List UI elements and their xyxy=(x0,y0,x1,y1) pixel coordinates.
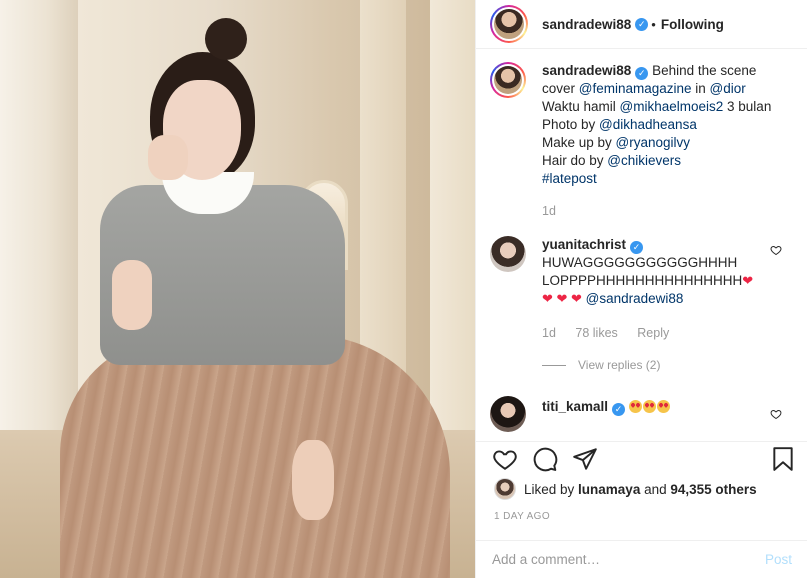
comment-input[interactable] xyxy=(492,552,765,567)
caption-avatar[interactable] xyxy=(490,62,526,98)
likes-middle: and xyxy=(640,481,671,497)
red-heart-emoji: ❤ xyxy=(742,273,754,288)
caption-text: Photo by xyxy=(542,117,600,132)
bookmark-icon[interactable] xyxy=(770,446,796,472)
comment-likes[interactable]: 78 likes xyxy=(575,326,617,340)
liker-avatar[interactable] xyxy=(494,478,516,500)
caption-text: 3 bulan xyxy=(723,99,772,114)
caption: sandradewi88 ✓ Behind the scene cover @fe… xyxy=(476,62,807,220)
comment-like-heart-icon[interactable] xyxy=(770,408,782,420)
red-heart-emoji: ❤ ❤ ❤ xyxy=(542,291,582,306)
likes-count-button[interactable]: 94,355 others xyxy=(670,482,756,497)
mention-link[interactable]: @dikhadheansa xyxy=(599,117,697,132)
caption-text: Waktu hamil xyxy=(542,99,620,114)
mention-link[interactable]: @feminamagazine xyxy=(579,81,692,96)
verified-badge-icon: ✓ xyxy=(612,402,626,416)
caption-text: Make up by xyxy=(542,135,616,150)
commenter-username[interactable]: titi_kamall xyxy=(542,399,608,414)
comment-text: LOPPPPHHHHHHHHHHHHHHH xyxy=(542,273,743,288)
instagram-post: sandradewi88 ✓ • Following sandradewi88 ✓… xyxy=(0,0,807,578)
add-comment-bar: Post xyxy=(476,540,807,578)
caption-text: Hair do by xyxy=(542,153,608,168)
verified-badge-icon: ✓ xyxy=(635,66,649,80)
mention-link[interactable]: @ryanogilvy xyxy=(616,135,690,150)
comment-icon[interactable] xyxy=(532,446,558,472)
post-timestamp[interactable]: 1 DAY AGO xyxy=(494,511,550,522)
post-header: sandradewi88 ✓ • Following xyxy=(476,0,807,49)
comment: yuanitachrist ✓ HUWAGGGGGGGGGGGHHHH LOPPP… xyxy=(476,236,807,374)
heart-eyes-emoji xyxy=(642,400,656,413)
commenter-username[interactable]: yuanitachrist xyxy=(542,237,626,252)
comment-time[interactable]: 1d xyxy=(542,326,556,340)
caption-username[interactable]: sandradewi88 xyxy=(542,63,631,78)
comment-text: HUWAGGGGGGGGGGGHHHH xyxy=(542,255,738,270)
mention-link[interactable]: @dior xyxy=(710,81,746,96)
post-comment-button[interactable]: Post xyxy=(765,552,792,567)
verified-badge-icon: ✓ xyxy=(630,240,644,254)
separator-dot: • xyxy=(651,16,656,32)
comments-list[interactable]: sandradewi88 ✓ Behind the scene cover @fe… xyxy=(476,62,807,432)
mention-link[interactable]: @mikhaelmoeis2 xyxy=(620,99,724,114)
reply-button[interactable]: Reply xyxy=(637,326,669,340)
commenter-avatar[interactable] xyxy=(490,396,526,432)
post-photo[interactable] xyxy=(0,0,475,578)
view-replies-button[interactable]: View replies (2) xyxy=(542,356,794,374)
caption-text: Behind the scene xyxy=(652,63,757,78)
mention-link[interactable]: @sandradewi88 xyxy=(586,291,684,306)
action-bar xyxy=(476,441,807,481)
mention-link[interactable]: @chikievers xyxy=(607,153,681,168)
likes-prefix: Liked by xyxy=(524,481,579,497)
heart-icon[interactable] xyxy=(492,446,518,472)
following-button[interactable]: Following xyxy=(661,17,724,32)
heart-eyes-emoji xyxy=(628,400,642,413)
post-side-panel: sandradewi88 ✓ • Following sandradewi88 ✓… xyxy=(475,0,807,578)
heart-eyes-emoji xyxy=(656,400,670,413)
comment-like-heart-icon[interactable] xyxy=(770,244,782,256)
hashtag-link[interactable]: #latepost xyxy=(542,171,597,186)
caption-text: cover xyxy=(542,81,579,96)
liker-username[interactable]: lunamaya xyxy=(578,482,640,497)
caption-time[interactable]: 1d xyxy=(542,204,556,218)
author-avatar[interactable] xyxy=(490,5,528,43)
author-username[interactable]: sandradewi88 xyxy=(542,17,631,32)
comment: titi_kamall ✓ xyxy=(476,396,807,432)
share-icon[interactable] xyxy=(572,446,598,472)
commenter-avatar[interactable] xyxy=(490,236,526,272)
likes-summary: Liked by lunamaya and 94,355 others xyxy=(494,478,757,500)
verified-badge-icon: ✓ xyxy=(635,17,649,31)
caption-text: in xyxy=(691,81,710,96)
